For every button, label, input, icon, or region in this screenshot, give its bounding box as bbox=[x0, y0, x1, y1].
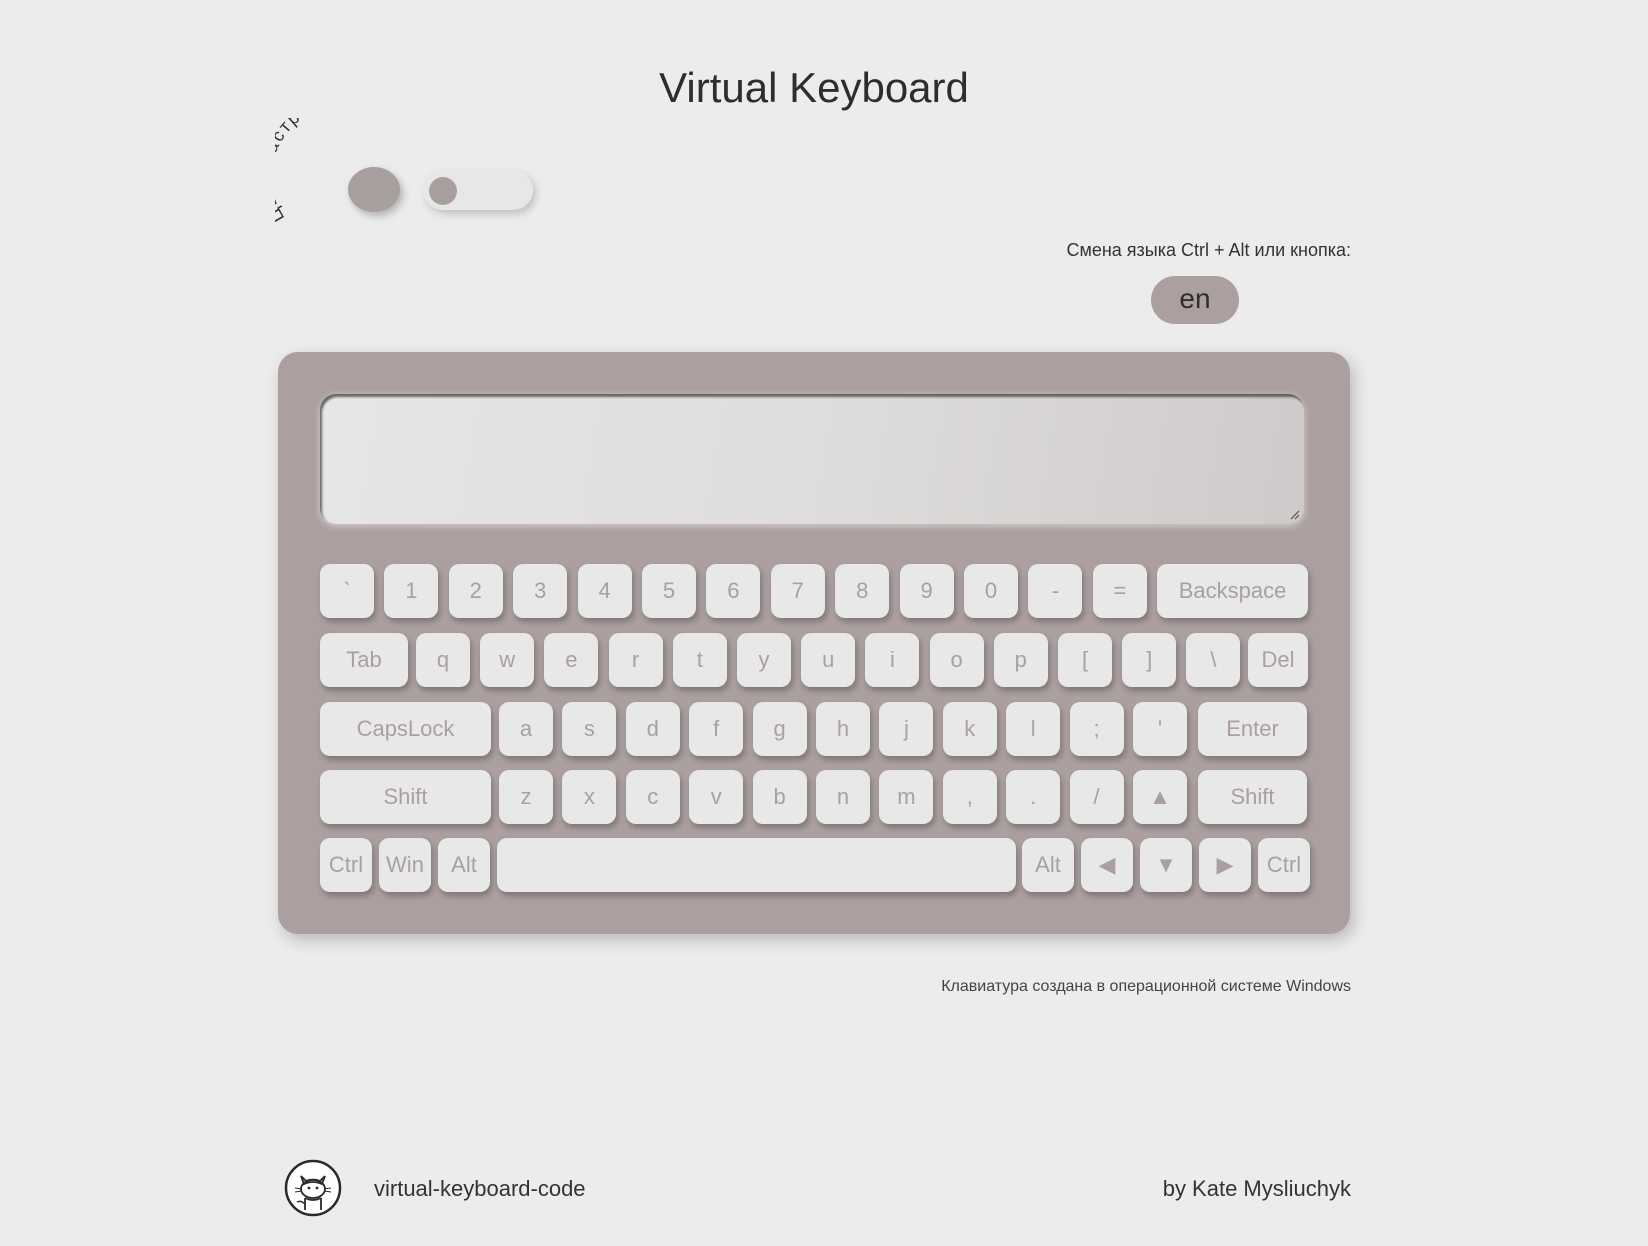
key-j-2-7[interactable]: j bbox=[879, 702, 934, 756]
key-9-0-9[interactable]: 9 bbox=[899, 564, 954, 618]
key-alt-4-2[interactable]: Alt bbox=[438, 838, 490, 892]
key-i-1-8[interactable]: i bbox=[865, 633, 920, 687]
key-y-1-6[interactable]: y bbox=[737, 633, 791, 687]
key-n-3-6[interactable]: n bbox=[816, 770, 870, 824]
github-icon[interactable] bbox=[283, 1158, 343, 1218]
key-capslock-2-0[interactable]: CapsLock bbox=[320, 702, 491, 756]
os-credit: Клавиатура создана в операционной систем… bbox=[941, 978, 1351, 995]
key-space-4-3[interactable] bbox=[497, 838, 1016, 892]
key-e-1-3[interactable]: e bbox=[544, 633, 599, 687]
svg-text:Цвет настроения: Цвет настроения bbox=[275, 118, 358, 226]
key-m-3-7[interactable]: m bbox=[879, 770, 934, 824]
key-g-2-5[interactable]: g bbox=[752, 702, 807, 756]
key-comma-3-8[interactable]: , bbox=[942, 770, 997, 824]
key-quote-2-11[interactable]: ' bbox=[1133, 702, 1187, 756]
key-3-0-3[interactable]: 3 bbox=[513, 564, 568, 618]
key-r-1-4[interactable]: r bbox=[608, 633, 663, 687]
key-arrow-up-3-11[interactable]: ▲ bbox=[1133, 770, 1187, 824]
key-z-3-1[interactable]: z bbox=[499, 770, 553, 824]
key-v-3-4[interactable]: v bbox=[689, 770, 744, 824]
language-button[interactable]: en bbox=[1151, 276, 1239, 324]
key-h-2-6[interactable]: h bbox=[816, 702, 870, 756]
key-s-2-2[interactable]: s bbox=[562, 702, 617, 756]
key-5-0-5[interactable]: 5 bbox=[642, 564, 696, 618]
key-win-4-1[interactable]: Win bbox=[379, 838, 431, 892]
mood-toggle[interactable] bbox=[423, 170, 533, 210]
key-backspace-0-13[interactable]: Backspace bbox=[1157, 564, 1308, 618]
key-2-0-2[interactable]: 2 bbox=[448, 564, 503, 618]
key-4-0-4[interactable]: 4 bbox=[577, 564, 632, 618]
key-del-1-14[interactable]: Del bbox=[1248, 633, 1308, 687]
key-6-0-6[interactable]: 6 bbox=[706, 564, 761, 618]
key-1-0-1[interactable]: 1 bbox=[384, 564, 439, 618]
key-backslash-1-13[interactable]: \ bbox=[1186, 633, 1241, 687]
key-arrow-right-4-7[interactable]: ▶ bbox=[1199, 838, 1251, 892]
key-ctrl-4-0[interactable]: Ctrl bbox=[320, 838, 372, 892]
key-b-3-5[interactable]: b bbox=[752, 770, 807, 824]
key-o-1-9[interactable]: o bbox=[929, 633, 984, 687]
key-u-1-7[interactable]: u bbox=[801, 633, 856, 687]
keyboard: ` 1 2 3 4 5 6 7 8 9 0- = Backspace Tab q w e r t y u i o p[] \ De… bbox=[278, 352, 1350, 934]
key-q-1-1[interactable]: q bbox=[416, 633, 470, 687]
key-p-1-10[interactable]: p bbox=[993, 633, 1048, 687]
key-bracket-right-1-12[interactable]: ] bbox=[1122, 633, 1177, 687]
repo-link[interactable]: virtual-keyboard-code bbox=[374, 1176, 586, 1202]
key-t-1-5[interactable]: t bbox=[672, 633, 727, 687]
key-x-3-2[interactable]: x bbox=[562, 770, 617, 824]
key-arrow-left-4-5[interactable]: ◀ bbox=[1081, 838, 1133, 892]
key-bracket-left-1-11[interactable]: [ bbox=[1058, 633, 1112, 687]
key-7-0-7[interactable]: 7 bbox=[770, 564, 825, 618]
key-semicolon-2-10[interactable]: ; bbox=[1069, 702, 1124, 756]
keyboard-textarea[interactable] bbox=[320, 394, 1304, 524]
mood-toggle-knob bbox=[429, 177, 457, 205]
key-l-2-9[interactable]: l bbox=[1006, 702, 1061, 756]
page-title: Virtual Keyboard bbox=[659, 64, 969, 111]
key-0-0-10[interactable]: 0 bbox=[964, 564, 1018, 618]
key-enter-2-12[interactable]: Enter bbox=[1198, 702, 1307, 756]
key-backtick-0-0[interactable]: ` bbox=[320, 564, 374, 618]
language-hint: Смена языка Ctrl + Alt или кнопка: bbox=[1066, 240, 1351, 260]
key-w-1-2[interactable]: w bbox=[480, 633, 535, 687]
key-ctrl-4-8[interactable]: Ctrl bbox=[1258, 838, 1310, 892]
key-equals-0-12[interactable]: = bbox=[1092, 564, 1147, 618]
resize-handle-icon[interactable] bbox=[1290, 510, 1300, 520]
key-period-3-9[interactable]: . bbox=[1006, 770, 1061, 824]
mood-color-button[interactable] bbox=[348, 167, 400, 212]
key-d-2-3[interactable]: d bbox=[625, 702, 680, 756]
key-tab-1-0[interactable]: Tab bbox=[320, 633, 408, 687]
key-slash-3-10[interactable]: / bbox=[1069, 770, 1124, 824]
key-shift-3-12[interactable]: Shift bbox=[1198, 770, 1307, 824]
key-8-0-8[interactable]: 8 bbox=[835, 564, 890, 618]
key-f-2-4[interactable]: f bbox=[689, 702, 744, 756]
key-alt-4-4[interactable]: Alt bbox=[1022, 838, 1074, 892]
key-shift-3-0[interactable]: Shift bbox=[320, 770, 491, 824]
author-credit: by Kate Mysliuchyk bbox=[1162, 1176, 1351, 1201]
key-k-2-8[interactable]: k bbox=[942, 702, 997, 756]
key-arrow-down-4-6[interactable]: ▼ bbox=[1140, 838, 1192, 892]
key-minus-0-11[interactable]: - bbox=[1028, 564, 1083, 618]
key-a-2-1[interactable]: a bbox=[499, 702, 553, 756]
key-c-3-3[interactable]: c bbox=[625, 770, 680, 824]
